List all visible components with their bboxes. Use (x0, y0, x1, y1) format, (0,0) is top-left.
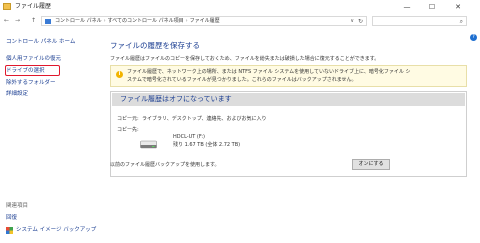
chevron-down-icon[interactable]: ∨ (350, 17, 354, 26)
copy-source-label: コピー元: (117, 116, 139, 122)
sidebar-item-select-drive[interactable]: ドライブの選択 (6, 67, 45, 75)
close-button[interactable]: ✕ (446, 0, 470, 14)
address-row: ← → ↑ コントロール パネル › すべてのコントロール パネル項目 › ファイル履歴… (0, 14, 480, 29)
title-bar: ファイル履歴 — ☐ ✕ (0, 0, 480, 14)
breadcrumb-control-panel[interactable]: コントロール パネル (55, 18, 102, 24)
copy-destination-label: コピー先: (117, 127, 139, 133)
drive-name: HDCL-UT (F:) (173, 134, 205, 140)
sidebar-item-restore-personal-files[interactable]: 個人用ファイルの復元 (6, 55, 61, 63)
copy-source-value: ライブラリ、デスクトップ、連絡先、およびお気に入り (142, 116, 267, 122)
drive-icon (140, 140, 157, 149)
page-description: ファイル履歴はファイルのコピーを保存しておくため、ファイルを紛失または破損した場… (110, 56, 380, 62)
up-icon[interactable]: ↑ (31, 17, 36, 25)
page-title: ファイルの履歴を保存する (110, 41, 200, 50)
minimize-button[interactable]: — (395, 0, 419, 14)
drive-space: 残り 1.67 TB (全体 2.72 TB) (173, 142, 241, 148)
sidebar-item-advanced-settings[interactable]: 詳細設定 (6, 90, 28, 98)
refresh-icon[interactable]: ↻ (358, 17, 363, 26)
related-link-system-image-backup[interactable]: システム イメージ バックアップ (16, 226, 96, 234)
chevron-right-icon[interactable]: › (186, 18, 188, 24)
control-panel-icon (45, 19, 51, 24)
search-icon[interactable]: ⌕ (460, 17, 463, 26)
file-history-app-icon (3, 3, 11, 10)
chevron-right-icon[interactable]: › (104, 18, 106, 24)
window-title: ファイル履歴 (15, 3, 52, 10)
shield-icon (6, 227, 13, 234)
search-input[interactable]: ⌕ (372, 16, 467, 26)
info-text-line: ファイル履歴で、ネットワーク上の場所、または NTFS ファイル システムを使用… (127, 69, 411, 75)
info-icon: i (116, 71, 123, 78)
info-banner: i ファイル履歴で、ネットワーク上の場所、または NTFS ファイル システムを… (110, 65, 467, 87)
sidebar-item-control-panel-home[interactable]: コントロール パネル ホーム (6, 38, 75, 46)
related-heading: 関連項目 (6, 203, 29, 209)
file-history-window: ファイル履歴 — ☐ ✕ ← → ↑ コントロール パネル › すべてのコントロール… (0, 0, 480, 243)
related-link-recovery[interactable]: 回復 (6, 214, 17, 222)
forward-icon[interactable]: → (15, 17, 20, 25)
sidebar: コントロール パネル ホーム 個人用ファイルの復元 ドライブの選択 除外するフォ… (0, 30, 100, 243)
previous-backup-note: 以前のファイル履歴バックアップを使用します。 (110, 162, 220, 168)
breadcrumb-file-history[interactable]: ファイル履歴 (190, 18, 220, 24)
breadcrumb: コントロール パネル › すべてのコントロール パネル項目 › ファイル履歴 (55, 17, 220, 26)
maximize-button[interactable]: ☐ (420, 0, 444, 14)
status-panel-header: ファイル履歴はオフになっています (112, 93, 465, 106)
breadcrumb-all-items[interactable]: すべてのコントロール パネル項目 (108, 18, 184, 24)
sidebar-item-exclude-folders[interactable]: 除外するフォルダー (6, 79, 56, 87)
turn-on-button[interactable]: オンにする (352, 159, 390, 170)
info-text-line: ステムで暗号化されているファイルが見つかりました。これらのファイルはバックアップ… (127, 77, 357, 83)
status-title: ファイル履歴はオフになっています (120, 95, 232, 103)
address-bar[interactable]: コントロール パネル › すべてのコントロール パネル項目 › ファイル履歴 ∨ ↻ (41, 16, 367, 26)
help-icon[interactable]: ? (470, 34, 477, 41)
back-icon[interactable]: ← (4, 17, 9, 25)
